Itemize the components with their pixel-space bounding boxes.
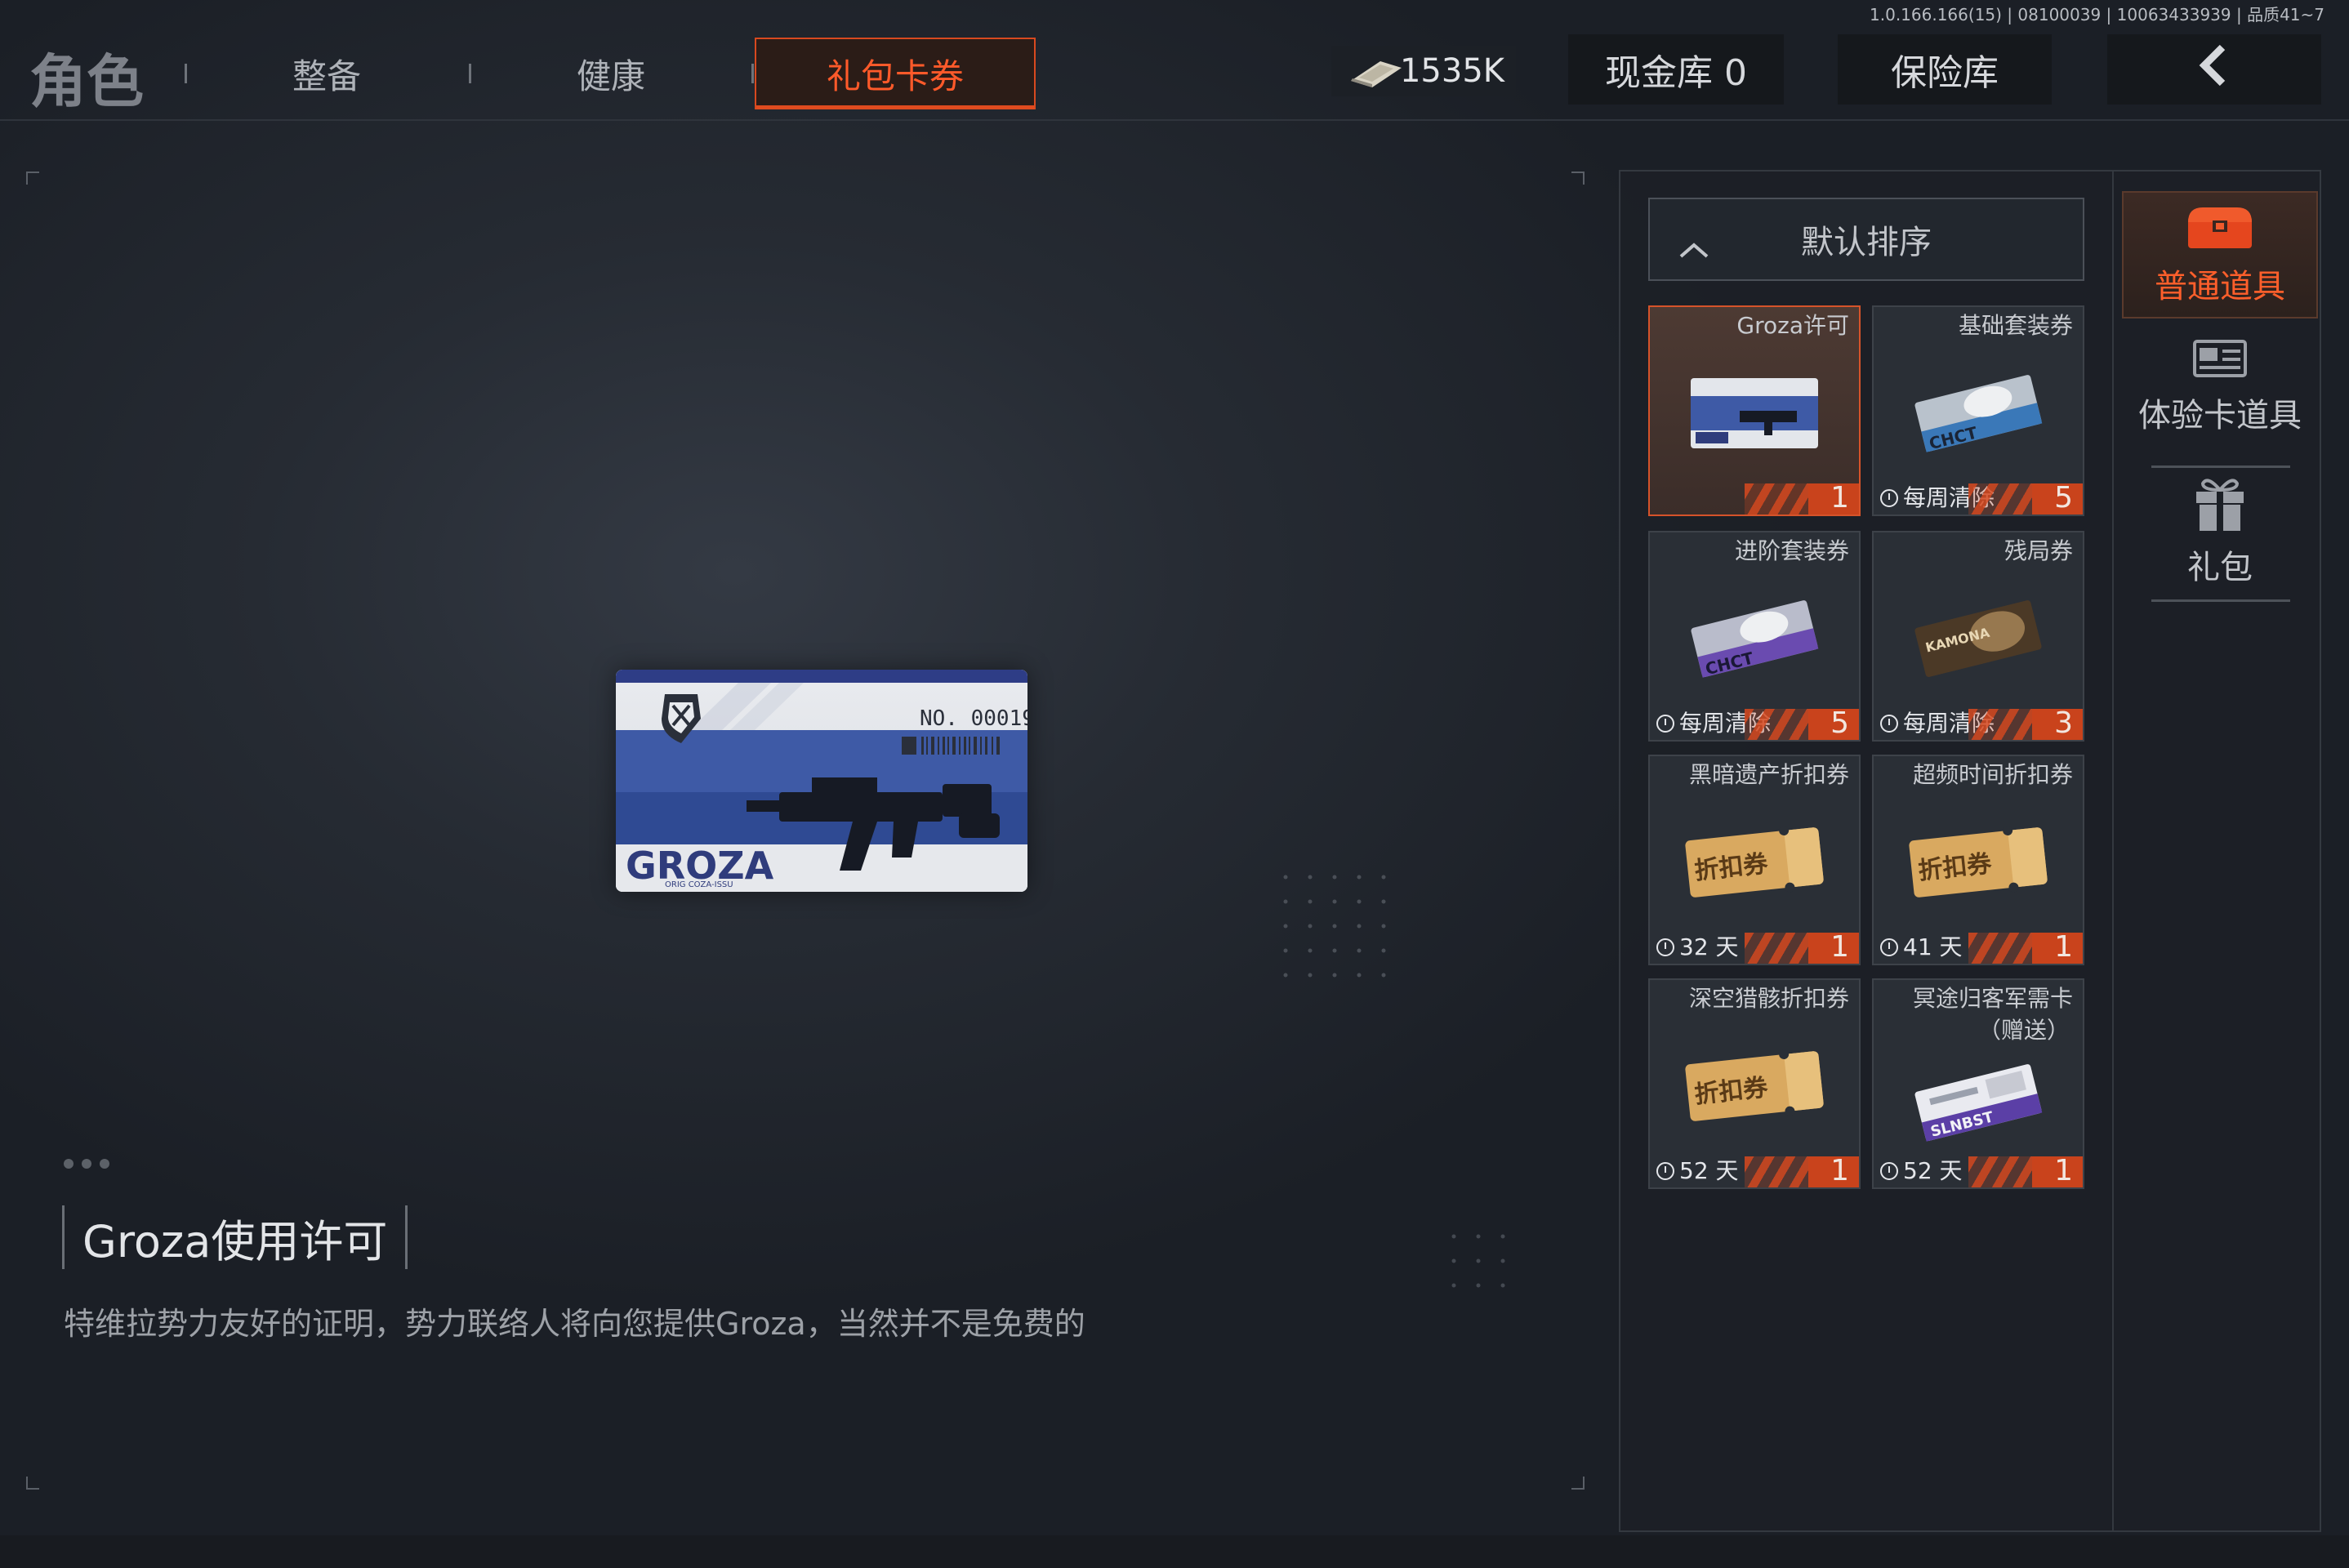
currency-display: 1535K bbox=[1331, 46, 1516, 96]
currency-value: 1535K bbox=[1399, 52, 1504, 90]
header-divider bbox=[0, 119, 2349, 121]
kamona-ticket-thumb: KAMONA bbox=[1909, 594, 2048, 687]
slot-tag: 52 天 bbox=[1903, 1157, 1963, 1184]
chest-icon bbox=[2183, 203, 2257, 255]
slot-tag: 32 天 bbox=[1679, 933, 1739, 960]
slot-quantity: 1 bbox=[1830, 1154, 1849, 1187]
safe-vault-button[interactable]: 保险库 bbox=[1838, 34, 2052, 105]
page-dots bbox=[64, 1156, 118, 1172]
purple-ticket-thumb: CHCT bbox=[1685, 594, 1824, 687]
tab-divider bbox=[185, 64, 187, 83]
inventory-slot-advanced-kit[interactable]: 进阶套装券 CHCT 每周清除 5 bbox=[1648, 531, 1861, 742]
frame-corner bbox=[1571, 172, 1585, 185]
discount-coupon-thumb: 折扣券 bbox=[1905, 817, 2052, 911]
item-description: 特维拉势力友好的证明，势力联络人将向您提供Groza，当然并不是免费的 bbox=[64, 1306, 1085, 1342]
tab-health[interactable]: 健康 bbox=[577, 49, 645, 99]
tab-label: 礼包卡券 bbox=[826, 56, 964, 96]
category-label: 普通道具 bbox=[2155, 268, 2285, 305]
inventory-slot-basic-kit[interactable]: 基础套装券 CHCT 每周清除 5 bbox=[1872, 305, 2084, 516]
tab-gift-coupons[interactable]: 礼包卡券 bbox=[755, 38, 1036, 109]
clock-icon bbox=[1880, 1162, 1898, 1180]
clock-icon bbox=[1656, 938, 1674, 956]
slot-tag: 52 天 bbox=[1679, 1157, 1739, 1184]
slot-name-sub: （赠送） bbox=[1977, 1017, 2070, 1044]
game-screen: 1.0.166.166(15) | 08100039 | 10063433939… bbox=[0, 0, 2349, 1568]
slot-name: 冥途归客军需卡 bbox=[1912, 985, 2073, 1012]
card-small-text: ORIG COZA-ISSU bbox=[665, 880, 733, 889]
chevron-left-icon bbox=[2190, 41, 2239, 99]
tab-divider bbox=[469, 64, 471, 83]
category-gift-packs[interactable]: 礼包 bbox=[2122, 474, 2318, 588]
slot-timer: 52 天 bbox=[1656, 1156, 1739, 1186]
decor-dot-grid bbox=[1283, 875, 1386, 978]
slot-quantity: 1 bbox=[1830, 930, 1849, 964]
inventory-slot-deep-space-coupon[interactable]: 深空猎骸折扣券 折扣券 52 天 1 bbox=[1648, 978, 1861, 1189]
discount-coupon-thumb: 折扣券 bbox=[1681, 817, 1828, 911]
slot-quantity: 5 bbox=[1830, 706, 1849, 740]
panel-divider bbox=[2112, 172, 2114, 1530]
category-divider bbox=[2151, 466, 2290, 468]
slot-name: 残局券 bbox=[2004, 537, 2073, 564]
slot-name: 进阶套装券 bbox=[1734, 537, 1849, 564]
slot-timer: 52 天 bbox=[1880, 1156, 1963, 1186]
card-icon bbox=[2191, 336, 2249, 384]
sort-label: 默认排序 bbox=[1801, 224, 1932, 261]
discount-coupon-thumb: 折扣券 bbox=[1681, 1041, 1828, 1134]
clock-icon bbox=[1656, 1162, 1674, 1180]
slot-name: 黑暗遗产折扣券 bbox=[1688, 761, 1849, 788]
blue-ticket-thumb: CHCT bbox=[1909, 368, 2048, 461]
category-divider bbox=[2151, 599, 2290, 602]
groza-card-art: NO. 00019 GROZA ORIG COZA-ISSU bbox=[616, 670, 1027, 892]
tab-equipment[interactable]: 整备 bbox=[292, 49, 361, 99]
slot-tag: 41 天 bbox=[1903, 933, 1963, 960]
slot-name: 超频时间折扣券 bbox=[1912, 761, 2073, 788]
clock-icon bbox=[1880, 938, 1898, 956]
brand-title: 角色 bbox=[29, 48, 144, 115]
inventory-slot-dark-legacy-coupon[interactable]: 黑暗遗产折扣券 折扣券 32 天 1 bbox=[1648, 755, 1861, 965]
slot-name: 深空猎骸折扣券 bbox=[1688, 985, 1849, 1012]
slot-quantity: 1 bbox=[1830, 481, 1849, 514]
category-trial-cards[interactable]: 体验卡道具 bbox=[2122, 336, 2318, 436]
supply-card-thumb: SLNBST bbox=[1909, 1058, 2048, 1151]
frame-corner bbox=[1571, 1477, 1585, 1490]
inventory-slot-groza-permit[interactable]: Groza许可 1 bbox=[1648, 305, 1861, 516]
slot-quantity: 1 bbox=[2054, 930, 2073, 964]
gift-icon bbox=[2191, 474, 2249, 536]
groza-permit-card-preview: NO. 00019 GROZA ORIG COZA-ISSU bbox=[616, 670, 1027, 892]
safe-vault-label: 保险库 bbox=[1891, 52, 1999, 94]
groza-card-thumb bbox=[1691, 378, 1818, 452]
frame-corner bbox=[26, 1477, 39, 1490]
slot-quantity: 1 bbox=[2054, 1154, 2073, 1187]
decor-dot-grid bbox=[1451, 1234, 1505, 1288]
card-number: NO. 00019 bbox=[920, 706, 1027, 731]
clock-icon bbox=[1656, 715, 1674, 733]
inventory-slot-supply-card[interactable]: 冥途归客军需卡 （赠送） SLNBST 52 天 1 bbox=[1872, 978, 2084, 1189]
back-button[interactable] bbox=[2107, 34, 2321, 105]
frame-corner bbox=[26, 172, 39, 185]
cash-stack-icon bbox=[1348, 56, 1405, 97]
slot-quantity: 5 bbox=[2054, 481, 2073, 514]
clock-icon bbox=[1880, 715, 1898, 733]
tab-divider bbox=[751, 64, 754, 83]
inventory-slot-overclock-coupon[interactable]: 超频时间折扣券 折扣券 41 天 1 bbox=[1872, 755, 2084, 965]
clock-icon bbox=[1880, 489, 1898, 507]
cash-vault-button[interactable]: 现金库 0 bbox=[1568, 34, 1784, 105]
slot-timer: 41 天 bbox=[1880, 933, 1963, 962]
slot-timer: 32 天 bbox=[1656, 933, 1739, 962]
category-label: 体验卡道具 bbox=[2138, 397, 2302, 434]
item-title-text: Groza使用许可 bbox=[82, 1215, 388, 1267]
slot-quantity: 3 bbox=[2054, 706, 2073, 740]
footer-bar bbox=[0, 1535, 2349, 1568]
version-info: 1.0.166.166(15) | 08100039 | 10063433939… bbox=[1870, 5, 2324, 24]
item-title: Groza使用许可 bbox=[62, 1205, 408, 1269]
caret-up-icon bbox=[1678, 230, 1710, 268]
cash-vault-label: 现金库 0 bbox=[1605, 52, 1747, 94]
sort-dropdown[interactable]: 默认排序 bbox=[1648, 198, 2084, 281]
slot-name: Groza许可 bbox=[1736, 312, 1849, 339]
category-label: 礼包 bbox=[2187, 549, 2253, 586]
slot-name: 基础套装券 bbox=[1958, 312, 2073, 339]
category-common-items[interactable]: 普通道具 bbox=[2122, 191, 2318, 318]
inventory-slot-endgame-ticket[interactable]: 残局券 KAMONA 每周清除 3 bbox=[1872, 531, 2084, 742]
